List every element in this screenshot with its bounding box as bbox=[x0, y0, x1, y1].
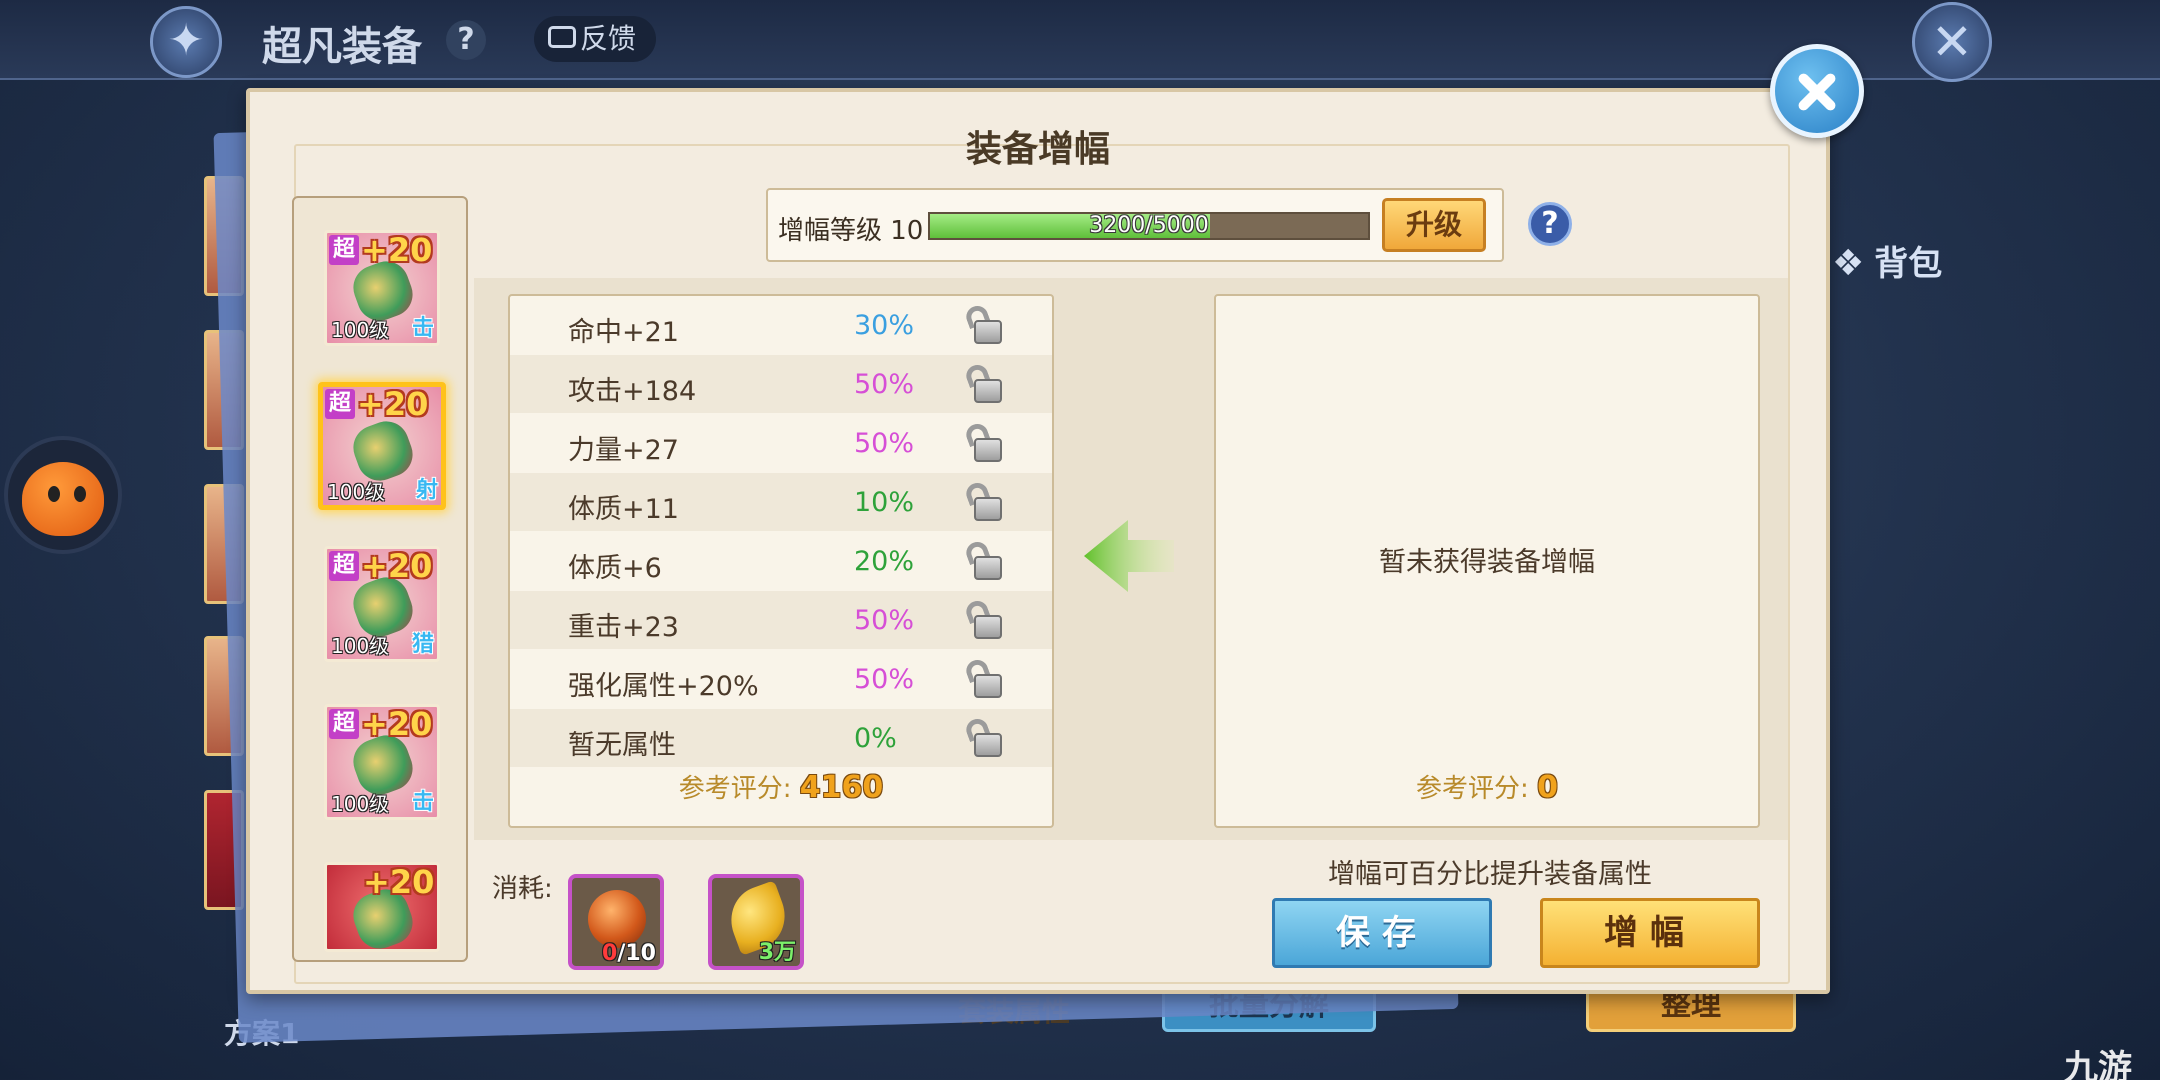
lock-icon[interactable] bbox=[963, 538, 1004, 580]
attribute-percent: 50% bbox=[854, 369, 915, 400]
lock-icon[interactable] bbox=[963, 656, 1004, 698]
consume-label: 消耗: bbox=[492, 874, 553, 904]
equipment-slot[interactable]: 超 +20 100级 击 bbox=[324, 704, 440, 820]
result-score-value: 0 bbox=[1537, 770, 1558, 805]
bag-tab[interactable]: ❖ 背包 bbox=[1832, 236, 1942, 285]
result-attributes-panel: 暂未获得装备增幅 参考评分: 0 bbox=[1214, 294, 1760, 828]
feedback-button[interactable]: 反馈 bbox=[534, 16, 656, 62]
attribute-row: 体质+6 20% bbox=[510, 532, 1052, 590]
lock-icon[interactable] bbox=[963, 479, 1004, 521]
equipment-slot[interactable]: 超 +20 100级 击 bbox=[324, 230, 440, 346]
attribute-row: 暂无属性 0% bbox=[510, 709, 1052, 767]
material-gold-slot[interactable]: 3万 bbox=[708, 874, 804, 970]
attribute-percent: 50% bbox=[854, 664, 915, 695]
attribute-percent: 10% bbox=[854, 487, 915, 518]
level-progress-bar: 3200/5000 bbox=[928, 212, 1370, 240]
save-button[interactable]: 保存 bbox=[1272, 898, 1492, 968]
attribute-percent: 20% bbox=[854, 546, 915, 577]
level-label: 增幅等级 10 bbox=[778, 216, 924, 246]
bag-label: 背包 bbox=[1874, 244, 1943, 284]
lock-icon[interactable] bbox=[963, 302, 1004, 344]
chat-icon bbox=[548, 26, 576, 48]
gem-count: 0/10 bbox=[602, 941, 656, 966]
emblem-icon: ✦ bbox=[150, 6, 222, 78]
feedback-label: 反馈 bbox=[580, 22, 637, 55]
close-icon-bg[interactable]: ✕ bbox=[1912, 2, 1992, 82]
lock-icon[interactable] bbox=[963, 597, 1004, 639]
equipment-slot[interactable]: 超 +20 100级 猎 bbox=[324, 546, 440, 662]
close-button[interactable] bbox=[1770, 44, 1864, 138]
page-title: 超凡装备 bbox=[262, 24, 422, 70]
attribute-name: 力量+27 bbox=[568, 435, 679, 466]
level-progress-text: 3200/5000 bbox=[1089, 213, 1209, 238]
attribute-percent: 50% bbox=[854, 428, 915, 459]
result-empty-text: 暂未获得装备增幅 bbox=[1379, 547, 1595, 578]
dialog-title: 装备增幅 bbox=[965, 129, 1110, 170]
attribute-row: 重击+23 50% bbox=[510, 591, 1052, 649]
attribute-row: 强化属性+20% 50% bbox=[510, 650, 1052, 708]
attribute-name: 体质+6 bbox=[568, 553, 662, 584]
lock-icon[interactable] bbox=[963, 361, 1004, 403]
equipment-list[interactable]: 超 +20 100级 击 超 +20 100级 射 超 +20 100级 猎 超… bbox=[292, 196, 468, 962]
upgrade-button[interactable]: 升级 bbox=[1382, 198, 1486, 252]
current-attributes-panel: 命中+21 30% 攻击+184 50% 力量+27 50% 体质+11 10% 体质+6 20%… bbox=[508, 294, 1054, 828]
tip-text: 增幅可百分比提升装备属性 bbox=[1328, 859, 1652, 890]
watermark: 九游 bbox=[2064, 1048, 2132, 1080]
pet-avatar[interactable] bbox=[4, 436, 122, 554]
score-value: 4160 bbox=[799, 770, 884, 805]
equipment-slot[interactable]: +20 bbox=[324, 862, 440, 952]
bag-icon: ❖ bbox=[1832, 243, 1865, 284]
result-score: 参考评分: 0 bbox=[1416, 770, 1558, 805]
lock-icon[interactable] bbox=[963, 420, 1004, 462]
help-button-bg[interactable]: ? bbox=[446, 20, 486, 60]
attribute-row: 攻击+184 50% bbox=[510, 355, 1052, 413]
attribute-name: 体质+11 bbox=[568, 494, 679, 525]
attribute-row: 命中+21 30% bbox=[510, 296, 1052, 354]
equipment-slot-selected[interactable]: 超 +20 100级 射 bbox=[318, 382, 446, 510]
attribute-name: 攻击+184 bbox=[568, 376, 697, 407]
amplify-button[interactable]: 增幅 bbox=[1540, 898, 1760, 968]
help-button[interactable]: ? bbox=[1528, 202, 1572, 246]
attribute-row: 力量+27 50% bbox=[510, 414, 1052, 472]
attribute-name: 强化属性+20% bbox=[568, 671, 759, 702]
gem-icon bbox=[588, 890, 646, 948]
pet-icon bbox=[22, 462, 104, 536]
gold-count: 3万 bbox=[758, 940, 796, 965]
attribute-percent: 50% bbox=[854, 605, 915, 636]
attribute-name: 命中+21 bbox=[568, 317, 679, 348]
lock-icon[interactable] bbox=[963, 715, 1004, 757]
arrow-left-icon bbox=[1084, 520, 1174, 592]
attribute-row: 体质+11 10% bbox=[510, 473, 1052, 531]
attribute-name: 暂无属性 bbox=[568, 730, 676, 761]
current-score: 参考评分: 4160 bbox=[678, 770, 884, 805]
material-gem-slot[interactable]: 0/10 bbox=[568, 874, 664, 970]
attribute-percent: 0% bbox=[854, 723, 897, 754]
attribute-percent: 30% bbox=[854, 310, 915, 341]
amplify-level-box: 增幅等级 10 3200/5000 升级 bbox=[766, 188, 1504, 262]
attribute-name: 重击+23 bbox=[568, 612, 679, 643]
